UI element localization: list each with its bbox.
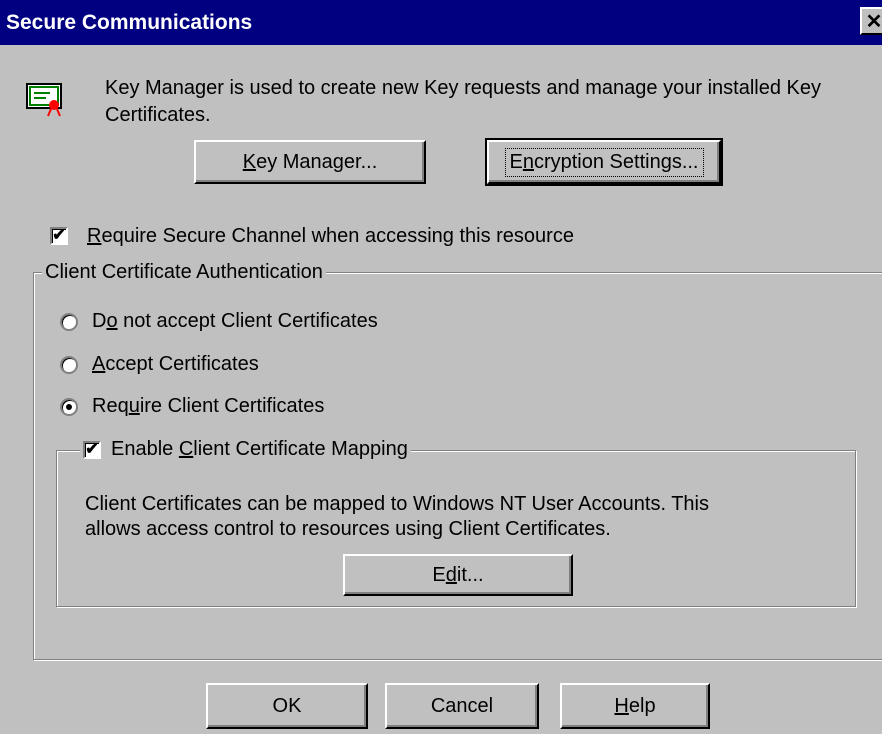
check-icon: ✔ xyxy=(52,227,66,244)
close-button[interactable]: ✕ xyxy=(860,7,882,35)
edit-button[interactable]: Edit... xyxy=(343,554,573,596)
check-icon: ✔ xyxy=(85,440,99,458)
close-icon: ✕ xyxy=(865,10,882,33)
radio-no-certificates[interactable] xyxy=(60,313,78,331)
mapping-description-line2: allows access control to resources using… xyxy=(85,518,611,540)
mapping-legend: ✔ Enable Client Certificate Mapping xyxy=(80,438,411,461)
secure-channel-label: Require Secure Channel when accessing th… xyxy=(87,225,574,247)
ok-button[interactable]: OK xyxy=(206,683,368,729)
intro-text: Key Manager is used to create new Key re… xyxy=(105,77,821,126)
option-no-certificates-label: Do not accept Client Certificates xyxy=(92,310,378,332)
secure-channel-checkbox[interactable]: ✔ xyxy=(50,227,68,245)
mapping-label: Enable Client Certificate Mapping xyxy=(111,438,408,460)
certificate-icon xyxy=(26,83,62,117)
radio-accept-certificates[interactable] xyxy=(60,356,78,374)
key-manager-button[interactable]: Key Manager... xyxy=(194,140,426,184)
option-accept-certificates-label: Accept Certificates xyxy=(92,353,259,375)
help-button[interactable]: Help xyxy=(560,683,710,729)
option-require-certificates-label: Require Client Certificates xyxy=(92,395,325,417)
cancel-button[interactable]: Cancel xyxy=(385,683,539,729)
title-bar: Secure Communications ✕ xyxy=(0,0,882,45)
encryption-settings-button[interactable]: Encryption Settings... xyxy=(485,138,723,186)
radio-selected-dot xyxy=(66,404,72,410)
radio-require-certificates[interactable] xyxy=(60,398,78,416)
window-title: Secure Communications xyxy=(6,10,253,34)
client-auth-legend: Client Certificate Authentication xyxy=(42,261,326,284)
mapping-description-line1: Client Certificates can be mapped to Win… xyxy=(85,493,709,515)
mapping-checkbox[interactable]: ✔ xyxy=(83,440,101,459)
